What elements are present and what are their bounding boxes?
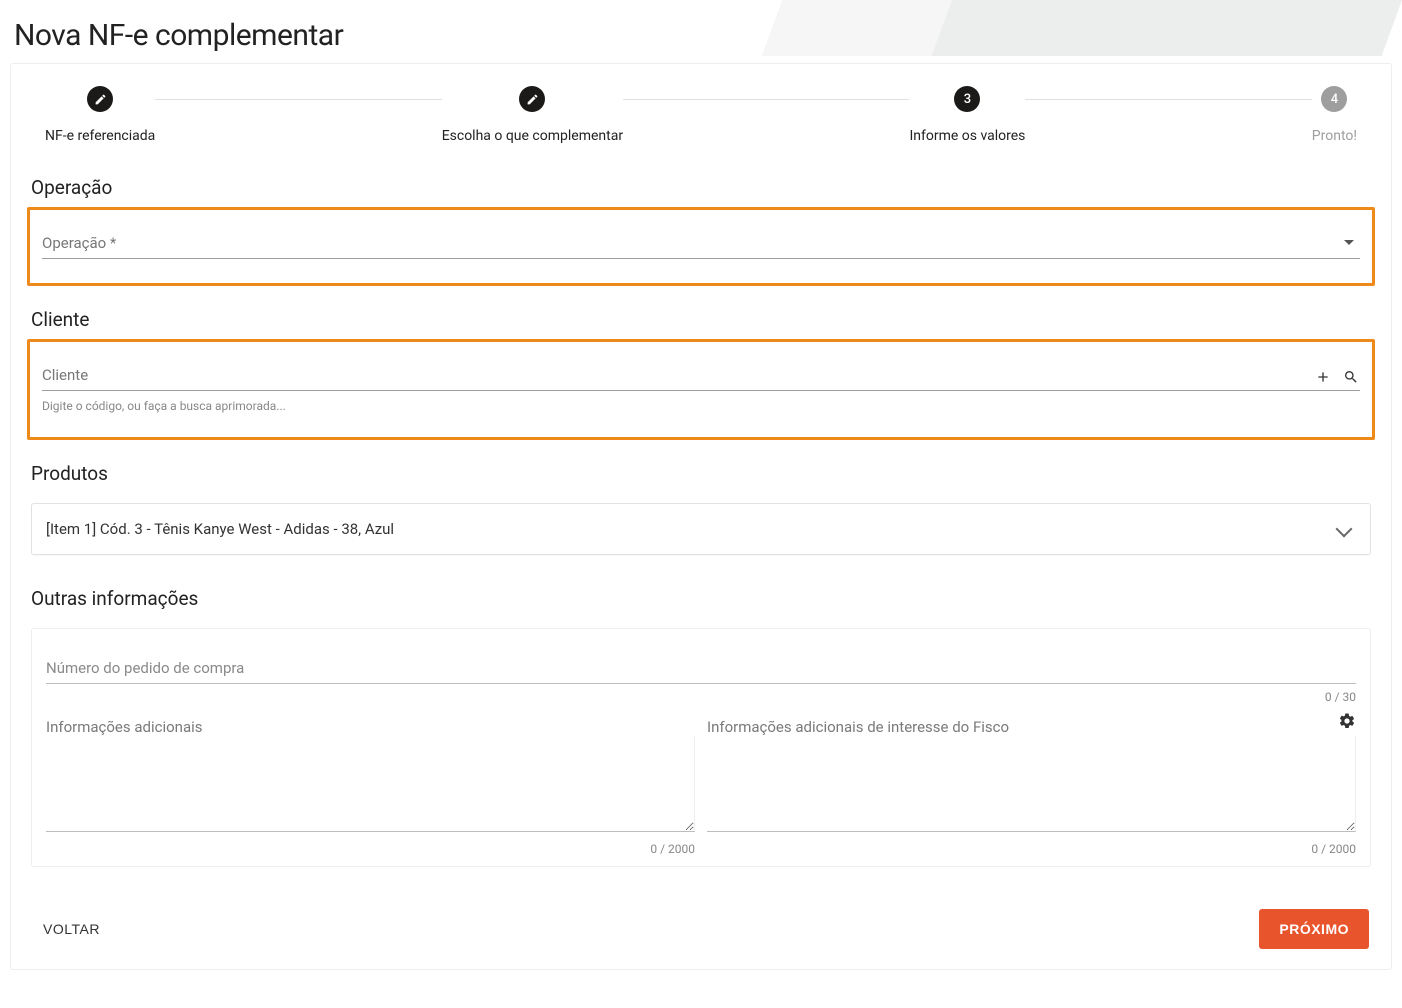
produto-expansion[interactable]: [Item 1] Cód. 3 - Tênis Kanye West - Adi… xyxy=(31,503,1371,555)
produto-item-label: [Item 1] Cód. 3 - Tênis Kanye West - Adi… xyxy=(46,520,394,538)
next-button[interactable]: PRÓXIMO xyxy=(1259,909,1369,949)
main-card: NF-e referenciada Escolha o que compleme… xyxy=(10,63,1392,970)
step-4[interactable]: 4 Pronto! xyxy=(1312,86,1357,144)
numero-pedido-input[interactable] xyxy=(46,653,1356,684)
action-row: VOLTAR PRÓXIMO xyxy=(11,887,1391,959)
gear-icon[interactable] xyxy=(1338,712,1356,730)
cliente-input[interactable]: Cliente xyxy=(42,366,1360,391)
cliente-label: Cliente xyxy=(42,366,1360,386)
info-fisco-label: Informações adicionais de interesse do F… xyxy=(707,718,1356,736)
chevron-down-icon xyxy=(1336,521,1353,538)
info-adicionais-label: Informações adicionais xyxy=(46,718,695,736)
info-fisco-textarea[interactable] xyxy=(707,736,1356,832)
operacao-select[interactable]: Operação * xyxy=(42,234,1360,259)
step-label: Informe os valores xyxy=(909,128,1025,144)
step-1[interactable]: NF-e referenciada xyxy=(45,86,155,144)
edit-icon xyxy=(519,86,545,112)
info-counter: 0 / 2000 xyxy=(46,842,695,856)
add-icon[interactable] xyxy=(1314,368,1332,386)
page-title: Nova NF-e complementar xyxy=(0,0,1402,63)
cliente-helper: Digite o código, ou faça a busca aprimor… xyxy=(42,399,1360,413)
outras-card: 0 / 30 Informações adicionais 0 / 2000 I… xyxy=(31,628,1371,867)
cliente-highlight-box: Cliente Digite o código, ou faça a busca… xyxy=(27,339,1375,440)
step-number: 4 xyxy=(1321,86,1347,112)
chevron-down-icon xyxy=(1344,240,1354,245)
section-title-outras: Outras informações xyxy=(11,565,1391,618)
step-label: Pronto! xyxy=(1312,128,1357,144)
step-label: Escolha o que complementar xyxy=(442,128,623,144)
step-2[interactable]: Escolha o que complementar xyxy=(442,86,623,144)
info-adicionais-textarea[interactable] xyxy=(46,736,695,832)
operacao-highlight-box: Operação * xyxy=(27,207,1375,286)
section-title-cliente: Cliente xyxy=(11,286,1391,339)
step-number: 3 xyxy=(954,86,980,112)
step-label: NF-e referenciada xyxy=(45,128,155,144)
back-button[interactable]: VOLTAR xyxy=(39,911,104,947)
fisco-counter: 0 / 2000 xyxy=(707,842,1356,856)
pedido-counter: 0 / 30 xyxy=(46,690,1356,704)
operacao-label: Operação * xyxy=(42,234,1360,254)
edit-icon xyxy=(87,86,113,112)
stepper: NF-e referenciada Escolha o que compleme… xyxy=(11,64,1391,154)
section-title-produtos: Produtos xyxy=(11,440,1391,493)
search-icon[interactable] xyxy=(1342,368,1360,386)
step-3[interactable]: 3 Informe os valores xyxy=(909,86,1025,144)
section-title-operacao: Operação xyxy=(11,154,1391,207)
